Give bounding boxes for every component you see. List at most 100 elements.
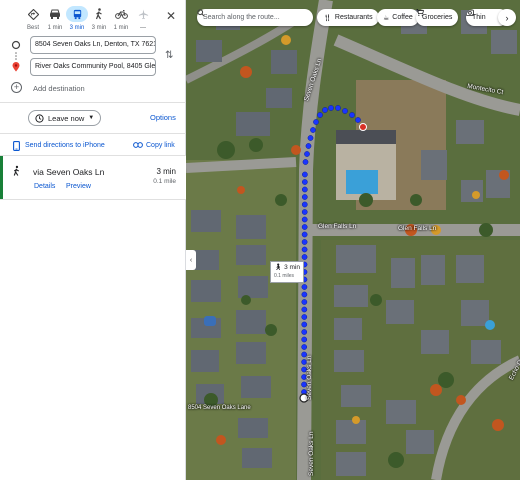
- origin-input[interactable]: 8504 Seven Oaks Ln, Denton, TX 76210: [30, 36, 156, 54]
- street-label: Seven Oaks Ln: [308, 431, 315, 476]
- mode-walk-label: 3 min: [91, 25, 107, 31]
- walk-icon: [90, 6, 108, 22]
- car-icon: [46, 6, 64, 22]
- options-button[interactable]: Options: [150, 113, 176, 122]
- route-duration: 3 min: [156, 167, 176, 176]
- send-directions-link[interactable]: Send directions to iPhone: [25, 142, 105, 149]
- close-icon[interactable]: ✕: [166, 9, 176, 23]
- chip-groceries-label: Groceries: [422, 14, 453, 21]
- chips-next-button[interactable]: ›: [498, 9, 516, 26]
- fork-knife-icon: 🍴︎: [323, 14, 332, 22]
- camera-icon: [466, 9, 474, 16]
- chevron-right-icon: ›: [505, 12, 509, 23]
- route-dot: [317, 112, 323, 118]
- route-dot: [301, 239, 308, 245]
- leave-now-label: Leave now: [48, 113, 85, 123]
- route-details-link[interactable]: Details: [34, 183, 55, 190]
- route-dot: [349, 112, 355, 118]
- route-dot: [335, 105, 341, 111]
- route-dot: [322, 107, 328, 113]
- route-dot: [301, 209, 308, 215]
- route-search-input[interactable]: Search along the route...: [197, 9, 313, 26]
- walk-icon: [12, 165, 21, 180]
- street-label: Glen Falls Ln: [318, 223, 357, 230]
- route-dot: [304, 151, 310, 157]
- route-dot: [301, 216, 308, 223]
- chip-restaurants[interactable]: 🍴︎ Restaurants: [317, 9, 379, 26]
- route-dot: [301, 321, 308, 328]
- route-dot: [302, 171, 308, 178]
- route-dot: [301, 179, 308, 185]
- travel-mode-bar: Best 1 min 3 min 3 min 1 min —: [22, 6, 154, 31]
- destination-pin-icon: [12, 62, 20, 72]
- phone-icon: [13, 141, 20, 153]
- origin-circle-icon: [11, 40, 21, 50]
- swap-icon[interactable]: ⇅: [165, 50, 173, 61]
- chip-coffee[interactable]: ☕︎ Coffee: [377, 9, 419, 26]
- destination-marker[interactable]: [359, 123, 367, 131]
- link-icon: [133, 141, 143, 150]
- route-dot: [301, 291, 308, 298]
- mode-transit[interactable]: 3 min: [66, 6, 88, 31]
- route-option-card[interactable]: via Seven Oaks Ln 3 min 0.1 mile Details…: [0, 156, 186, 199]
- mode-drive[interactable]: 1 min: [44, 6, 66, 31]
- mode-flight[interactable]: —: [132, 6, 154, 31]
- directions-panel: Best 1 min 3 min 3 min 1 min — ✕ 8504 Se…: [0, 0, 186, 480]
- route-dots-icon: [15, 52, 17, 60]
- plane-icon: [134, 6, 152, 22]
- route-dot: [301, 314, 308, 320]
- satellite-map[interactable]: Search along the route... 🍴︎ Restaurants…: [186, 0, 520, 480]
- route-search-placeholder: Search along the route...: [203, 14, 280, 21]
- callout-time: 3 min: [284, 264, 300, 271]
- copy-link-button[interactable]: Copy link: [146, 142, 175, 149]
- route-dot: [301, 254, 308, 260]
- clock-icon: [35, 113, 44, 123]
- chip-restaurants-label: Restaurants: [334, 14, 373, 21]
- divider: [0, 102, 186, 103]
- collapse-panel-button[interactable]: ‹: [186, 250, 196, 270]
- street-label: Glen Falls Ln: [398, 225, 437, 232]
- bike-icon: [112, 6, 130, 22]
- mode-best[interactable]: Best: [22, 6, 44, 31]
- route-via-label: via Seven Oaks Ln: [33, 167, 105, 177]
- callout-distance: 0.1 miles: [274, 273, 295, 279]
- divider: [0, 199, 186, 200]
- cart-icon: [416, 9, 424, 16]
- route-dot: [355, 117, 361, 123]
- mode-transit-label: 3 min: [69, 25, 85, 31]
- route-dot: [313, 119, 319, 125]
- leave-now-dropdown[interactable]: Leave now ▼: [28, 110, 102, 126]
- route-dot: [301, 246, 308, 253]
- route-callout[interactable]: 🚶︎ 3 min 0.1 miles: [270, 261, 304, 283]
- route-distance: 0.1 mile: [153, 178, 176, 185]
- mode-walk[interactable]: 3 min: [88, 6, 110, 31]
- coffee-icon: ☕︎: [383, 14, 390, 22]
- route-dot: [301, 186, 308, 193]
- route-dot: [301, 194, 308, 200]
- route-dot: [342, 108, 348, 114]
- bus-icon: [66, 6, 88, 22]
- route-dot: [301, 299, 308, 305]
- chip-coffee-label: Coffee: [392, 14, 413, 21]
- origin-label: 8504 Seven Oaks Lane: [188, 405, 251, 411]
- search-icon: [197, 9, 205, 17]
- destination-input[interactable]: River Oaks Community Pool, 8405 Glen Fal…: [30, 58, 156, 76]
- route-dot: [301, 231, 308, 238]
- route-dot: [305, 143, 312, 149]
- mode-best-label: Best: [26, 25, 39, 31]
- add-destination-icon[interactable]: +: [11, 82, 22, 93]
- route-dot: [301, 284, 308, 290]
- divider: [0, 133, 186, 134]
- chip-things-label: Thin: [472, 14, 486, 21]
- mode-bike-label: 1 min: [113, 25, 129, 31]
- chip-groceries[interactable]: Groceries: [416, 9, 459, 26]
- route-dot: [301, 306, 308, 313]
- mode-flight-label: —: [140, 25, 146, 31]
- add-destination-link[interactable]: Add destination: [33, 84, 85, 93]
- route-preview-link[interactable]: Preview: [66, 183, 91, 190]
- chevron-left-icon: ‹: [189, 256, 193, 264]
- route-dot: [301, 344, 308, 350]
- route-dot: [301, 224, 308, 230]
- chevron-down-icon: ▼: [88, 115, 95, 121]
- mode-bike[interactable]: 1 min: [110, 6, 132, 31]
